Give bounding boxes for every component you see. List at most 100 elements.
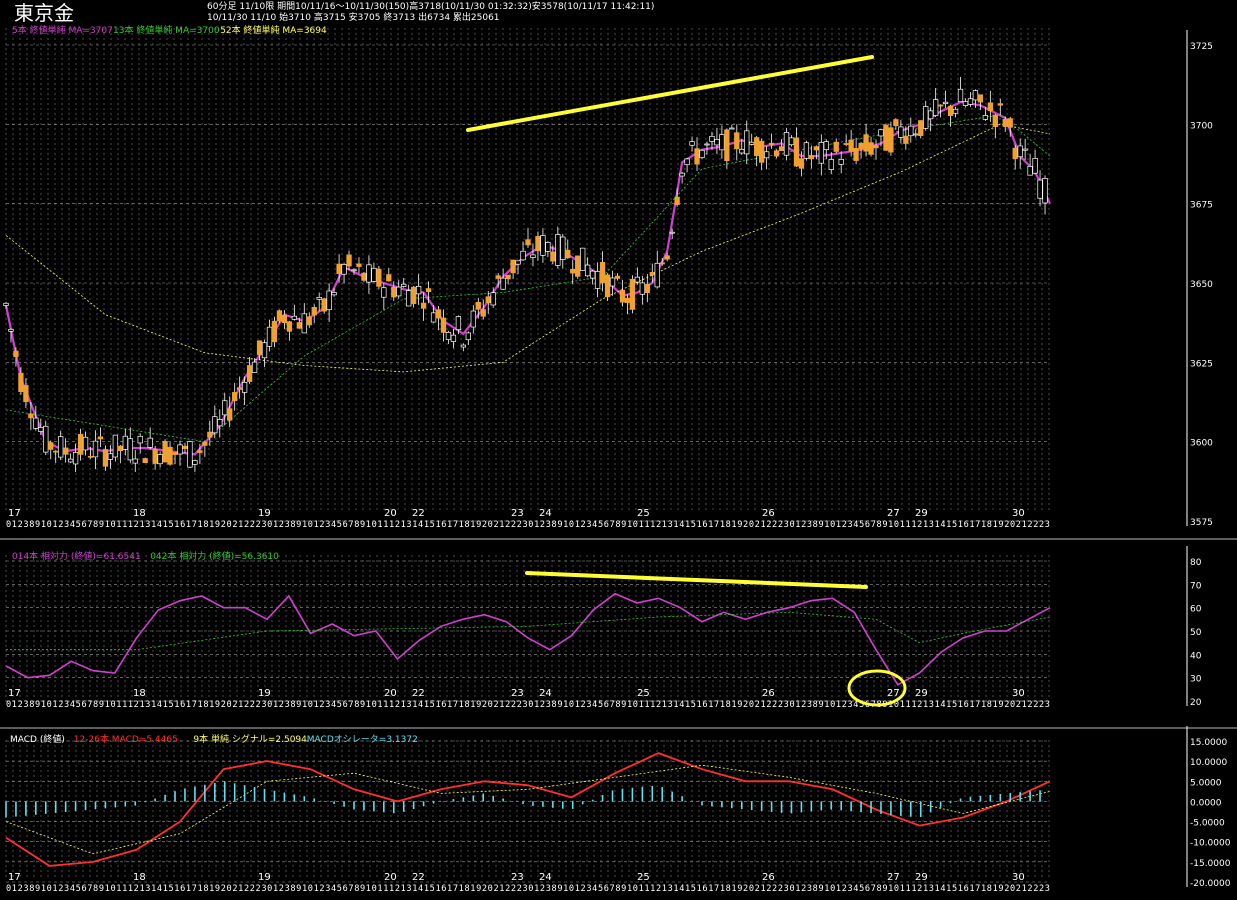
candle-up	[555, 234, 561, 266]
candle-up	[326, 290, 332, 311]
day-label: 30	[1012, 872, 1025, 883]
candle-up	[38, 427, 44, 432]
candle-down	[77, 434, 84, 455]
candle-up	[92, 440, 99, 458]
y-tick-label: 0.0000	[1190, 798, 1222, 808]
day-label: 23	[511, 688, 524, 699]
candle-up	[177, 444, 183, 455]
candle-down	[813, 146, 819, 151]
candle-up	[3, 302, 9, 306]
candle-up	[634, 276, 641, 283]
y-tick-label: 80	[1190, 558, 1202, 568]
candle-down	[863, 134, 869, 152]
candle-up	[898, 126, 904, 138]
day-label: 17	[8, 688, 21, 699]
candle-up	[744, 130, 750, 155]
candle-down	[440, 317, 447, 333]
day-label: 23	[511, 872, 524, 883]
candle-up	[749, 141, 755, 145]
candle-down	[624, 297, 631, 303]
candle-down	[356, 263, 362, 267]
candle-up	[396, 286, 402, 297]
candle-down	[227, 408, 233, 421]
candle-down	[888, 127, 894, 153]
candle-up	[291, 315, 297, 320]
candle-up	[923, 106, 929, 129]
candle-down	[997, 103, 1003, 106]
candle-up	[72, 452, 79, 465]
candle-up	[609, 277, 616, 287]
legend-entry: 9本 単純 シグナル=2.5094	[193, 733, 307, 745]
day-label: 22	[412, 688, 425, 699]
candle-down	[987, 102, 993, 111]
day-label: 25	[637, 688, 650, 699]
chart-background	[0, 0, 1237, 900]
day-label: 24	[539, 508, 552, 519]
candle-up	[684, 158, 690, 166]
candle-down	[893, 119, 899, 127]
candle-up	[67, 458, 74, 463]
candle-down	[167, 446, 173, 465]
day-label: 20	[384, 872, 397, 883]
day-label: 29	[915, 872, 928, 883]
candle-up	[719, 134, 725, 151]
day-label: 18	[133, 688, 146, 699]
candle-up	[585, 264, 591, 277]
candle-up	[316, 296, 322, 300]
day-label: 26	[762, 688, 775, 699]
candle-up	[157, 454, 163, 465]
candle-down	[843, 143, 849, 145]
candle-down	[48, 442, 54, 450]
candle-up	[137, 435, 143, 444]
y-tick-label: 3625	[1190, 359, 1213, 369]
candle-down	[28, 413, 34, 419]
time-axis-digits: 0123891012345678910111213141516171819202…	[6, 520, 1050, 530]
candle-up	[331, 292, 337, 296]
candle-down	[271, 320, 278, 343]
day-label: 26	[762, 508, 775, 519]
candle-down	[793, 137, 800, 167]
candle-down	[664, 255, 670, 260]
candle-up	[709, 135, 715, 142]
candle-up	[962, 101, 969, 106]
candle-up	[33, 417, 39, 429]
day-label: 29	[915, 508, 928, 519]
candle-down	[321, 298, 327, 312]
candle-up	[838, 158, 844, 165]
candle-up	[82, 436, 89, 451]
candle-up	[58, 436, 64, 458]
candle-up	[455, 316, 462, 331]
day-label: 30	[1012, 508, 1025, 519]
candle-down	[798, 158, 805, 169]
y-tick-label: 3725	[1190, 42, 1213, 52]
day-label: 27	[887, 688, 900, 699]
y-tick-label: -10.0000	[1190, 839, 1231, 849]
day-label: 27	[887, 872, 900, 883]
candle-up	[1042, 178, 1048, 204]
day-label: 19	[258, 688, 271, 699]
candle-down	[232, 392, 238, 402]
candle-up	[107, 453, 114, 460]
candle-up	[261, 342, 268, 359]
time-axis-digits: 0123891012345678910111213141516171819202…	[6, 884, 1050, 894]
candle-up	[351, 269, 357, 272]
candle-down	[947, 105, 954, 117]
candle-down	[117, 445, 123, 452]
candle-down	[629, 278, 636, 310]
candle-up	[540, 235, 546, 256]
candle-down	[937, 104, 944, 107]
day-label: 22	[412, 872, 425, 883]
candle-down	[311, 307, 317, 316]
candle-down	[1012, 147, 1018, 160]
candle-up	[520, 250, 526, 261]
candle-up	[714, 138, 720, 146]
candle-down	[142, 458, 148, 464]
candle-down	[918, 120, 924, 137]
candle-down	[868, 142, 874, 155]
candle-down	[599, 262, 606, 284]
candle-up	[803, 142, 810, 159]
day-label: 18	[133, 508, 146, 519]
candle-up	[783, 132, 790, 156]
candle-up	[972, 90, 979, 101]
symbol-title: 東京金	[14, 1, 74, 25]
